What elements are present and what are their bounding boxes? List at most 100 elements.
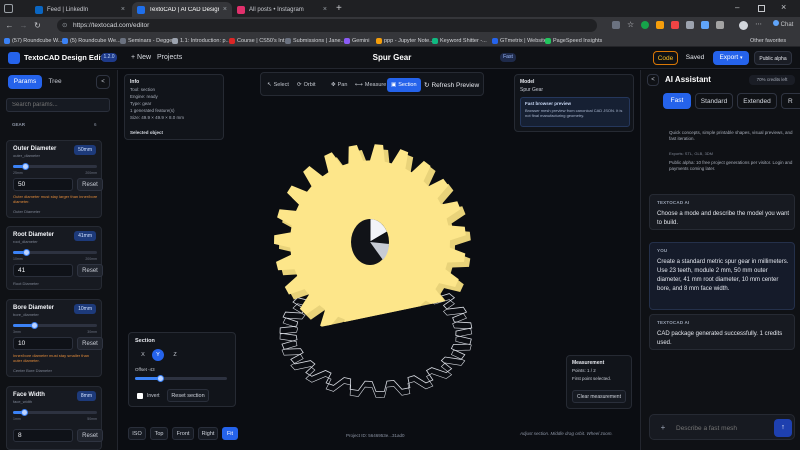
- bookmark-item[interactable]: Submissions | Jane...: [285, 36, 345, 45]
- axis-x-button[interactable]: X: [137, 349, 149, 361]
- axis-z-button[interactable]: Z: [169, 349, 181, 361]
- url-input[interactable]: ⊙ https://textocad.com/editor: [57, 19, 597, 32]
- menu-icon[interactable]: ⋯: [755, 21, 762, 30]
- invert-checkbox[interactable]: [137, 393, 143, 399]
- view-iso-button[interactable]: ISO: [128, 427, 146, 440]
- tab-tree[interactable]: Tree: [42, 75, 68, 89]
- mode-description: Quick concepts, simple printable shapes,…: [669, 130, 793, 141]
- reset-button[interactable]: Reset: [77, 337, 103, 350]
- param-slider[interactable]: [13, 409, 97, 416]
- section-offset-slider[interactable]: [135, 375, 227, 382]
- mode-standard-button[interactable]: Standard: [695, 93, 733, 109]
- projects-link[interactable]: Projects: [157, 54, 182, 61]
- view-fit-button[interactable]: Fit: [222, 427, 238, 440]
- reading-icon[interactable]: [612, 21, 620, 29]
- tab-params[interactable]: Params: [8, 75, 42, 89]
- bookmark-item[interactable]: Gemini: [344, 36, 369, 45]
- slider-handle[interactable]: [21, 409, 29, 416]
- search-params-input[interactable]: [6, 98, 110, 112]
- bookmark-item[interactable]: Seminars - Degge...: [120, 36, 177, 45]
- browser-tab-linkedin[interactable]: Feed | LinkedIn ×: [30, 2, 130, 17]
- prompt-input[interactable]: [676, 421, 766, 435]
- section-header[interactable]: GEAR: [12, 122, 25, 127]
- clear-measurement-button[interactable]: Clear measurement: [572, 390, 626, 403]
- reset-section-button[interactable]: Reset section: [167, 389, 209, 402]
- extension-icon[interactable]: [686, 21, 695, 29]
- axis-y-button[interactable]: Y: [152, 349, 164, 361]
- reload-icon[interactable]: ↻: [32, 20, 43, 31]
- slider-handle[interactable]: [22, 249, 30, 256]
- chat-button[interactable]: Chat: [773, 20, 793, 28]
- param-title: Face Width: [13, 392, 45, 398]
- param-value-input[interactable]: 8: [13, 429, 73, 442]
- extension-icon[interactable]: [656, 21, 665, 29]
- other-favorites[interactable]: Other favorites: [750, 36, 786, 45]
- bookmark-item[interactable]: GTmetrix | Website...: [492, 36, 551, 45]
- site-info-icon[interactable]: ⊙: [62, 19, 67, 32]
- tool-select[interactable]: ↖ Select: [267, 78, 289, 92]
- public-alpha-button[interactable]: Public alpha: [754, 51, 792, 65]
- view-front-button[interactable]: Front: [172, 427, 194, 440]
- collapse-sidebar-button[interactable]: <: [96, 75, 110, 89]
- mode-fast-button[interactable]: Fast: [663, 93, 691, 109]
- param-value-input[interactable]: 41: [13, 264, 73, 277]
- tab-actions-icon[interactable]: [4, 4, 13, 13]
- param-slider[interactable]: [13, 322, 97, 329]
- mode-extended-button[interactable]: Extended: [737, 93, 777, 109]
- close-icon[interactable]: ×: [223, 6, 227, 13]
- tool-pan[interactable]: ✥ Pan: [331, 78, 347, 92]
- collapse-assistant-button[interactable]: <: [647, 74, 659, 86]
- 3d-viewport[interactable]: Info Tool: section Engine: ready Type: g…: [118, 70, 640, 450]
- forward-icon[interactable]: →: [18, 20, 29, 31]
- refresh-icon: ↻: [424, 82, 430, 89]
- attach-button[interactable]: +: [656, 421, 670, 435]
- bookmark-item[interactable]: ppp - Jupyter Note...: [376, 36, 434, 45]
- param-value-input[interactable]: 10: [13, 337, 73, 350]
- refresh-preview-button[interactable]: ↻ Refresh Preview: [424, 78, 479, 92]
- close-icon[interactable]: ×: [121, 6, 125, 13]
- reset-button[interactable]: Reset: [77, 264, 103, 277]
- extension-icon[interactable]: [641, 21, 650, 29]
- reset-button[interactable]: Reset: [77, 178, 103, 191]
- close-window-icon[interactable]: ×: [781, 2, 786, 12]
- code-button[interactable]: Code: [653, 51, 678, 65]
- export-button[interactable]: Export ▾: [713, 51, 749, 65]
- extension-icon[interactable]: [716, 21, 725, 29]
- minimize-icon[interactable]: –: [735, 3, 739, 12]
- browser-tab-textocad[interactable]: TextoCAD | AI CAD Design Engine ×: [132, 2, 232, 17]
- param-key: root_diameter: [13, 239, 38, 244]
- avatar[interactable]: [739, 21, 749, 30]
- extension-icon[interactable]: [701, 21, 710, 29]
- validation-note: Outer diameter must stay larger than inn…: [13, 194, 98, 204]
- bookmark-item[interactable]: 1.1: Introduction: p...: [172, 36, 230, 45]
- maximize-icon[interactable]: [758, 5, 765, 12]
- param-slider[interactable]: [13, 163, 97, 170]
- view-top-button[interactable]: Top: [150, 427, 168, 440]
- slider-handle[interactable]: [22, 163, 30, 170]
- gear-model[interactable]: [258, 140, 498, 430]
- bookmark-item[interactable]: (57) Roundcube W...: [4, 36, 62, 45]
- validation-note: Inner/bore diameter must stay smaller th…: [13, 353, 90, 363]
- bookmark-item[interactable]: Course | CS50's Int...: [229, 36, 289, 45]
- tool-section[interactable]: ▣ Section: [387, 78, 421, 92]
- browser-tab-instagram[interactable]: All posts • Instagram ×: [232, 2, 332, 17]
- bookmark-item[interactable]: (5) Roundcube We...: [62, 36, 121, 45]
- view-right-button[interactable]: Right: [198, 427, 218, 440]
- mode-more-button[interactable]: R: [781, 93, 800, 109]
- param-value-input[interactable]: 50: [13, 178, 73, 191]
- back-icon[interactable]: ←: [4, 20, 15, 31]
- new-button[interactable]: + New: [131, 54, 151, 61]
- tool-measure[interactable]: ⟷ Measure: [355, 78, 386, 92]
- param-slider[interactable]: [13, 249, 97, 256]
- bookmark-item[interactable]: Keyword Shitter -...: [432, 36, 487, 45]
- tool-orbit[interactable]: ⟳ Orbit: [297, 78, 316, 92]
- new-tab-button[interactable]: +: [336, 3, 342, 14]
- slider-handle[interactable]: [31, 322, 39, 329]
- bookmark-item[interactable]: PageSpeed Insights: [545, 36, 602, 45]
- extension-icon[interactable]: [671, 21, 680, 29]
- send-button[interactable]: ↑: [774, 419, 792, 437]
- reset-button[interactable]: Reset: [77, 429, 103, 442]
- close-icon[interactable]: ×: [323, 6, 327, 13]
- slider-handle[interactable]: [157, 375, 165, 382]
- favorite-icon[interactable]: ☆: [627, 21, 634, 30]
